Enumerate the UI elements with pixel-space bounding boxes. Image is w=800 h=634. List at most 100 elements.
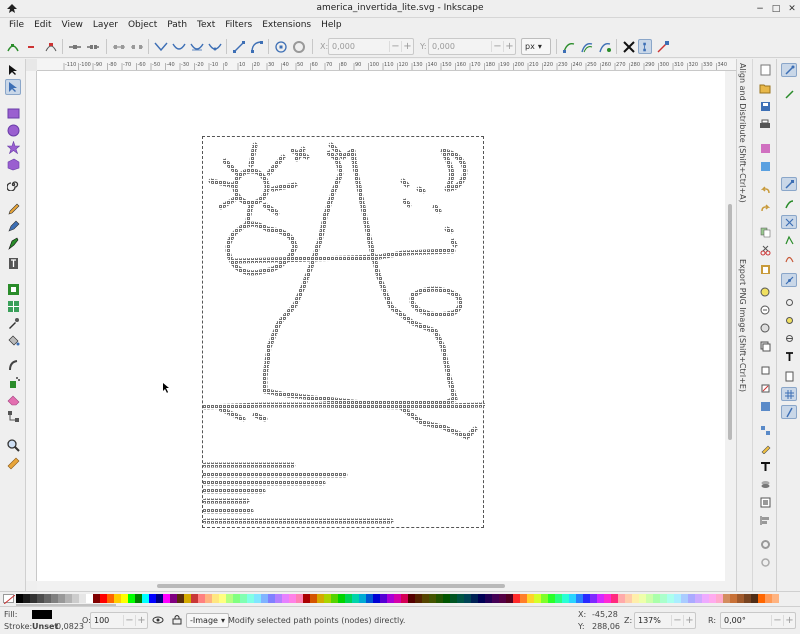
palette-swatch[interactable] bbox=[702, 594, 709, 603]
palette-swatch[interactable] bbox=[303, 594, 310, 603]
palette-swatch[interactable] bbox=[16, 594, 23, 603]
group-icon[interactable] bbox=[757, 399, 773, 413]
vertical-scrollbar[interactable] bbox=[725, 71, 736, 581]
node-auto-smooth-icon[interactable] bbox=[208, 39, 222, 54]
palette-swatch[interactable] bbox=[695, 594, 702, 603]
opacity-decrement-button[interactable]: − bbox=[123, 615, 135, 626]
palette-swatch[interactable] bbox=[576, 594, 583, 603]
palette-swatch[interactable] bbox=[156, 594, 163, 603]
menu-layer[interactable]: Layer bbox=[88, 18, 123, 35]
palette-swatch[interactable] bbox=[296, 594, 303, 603]
y-increment-button[interactable]: + bbox=[503, 41, 515, 52]
spiral-tool-icon[interactable] bbox=[5, 176, 21, 192]
segment-curve-icon[interactable] bbox=[250, 39, 264, 54]
palette-swatch[interactable] bbox=[79, 594, 86, 603]
maximize-button[interactable]: □ bbox=[770, 3, 782, 15]
opacity-increment-button[interactable]: + bbox=[135, 615, 147, 626]
snap-paths-icon[interactable] bbox=[781, 197, 797, 211]
palette-swatch[interactable] bbox=[555, 594, 562, 603]
palette-swatch[interactable] bbox=[471, 594, 478, 603]
show-path-outline-icon[interactable] bbox=[656, 39, 670, 54]
palette-swatch[interactable] bbox=[464, 594, 471, 603]
palette-swatch[interactable] bbox=[408, 594, 415, 603]
xml-editor-icon[interactable] bbox=[757, 495, 773, 509]
palette-swatch[interactable] bbox=[149, 594, 156, 603]
palette-swatch[interactable] bbox=[233, 594, 240, 603]
palette-swatch[interactable] bbox=[562, 594, 569, 603]
palette-swatch[interactable] bbox=[331, 594, 338, 603]
palette-swatch[interactable] bbox=[485, 594, 492, 603]
insert-node-menu-icon[interactable] bbox=[24, 39, 38, 54]
join-segment-icon[interactable] bbox=[112, 39, 126, 54]
measure-tool-icon[interactable] bbox=[5, 455, 21, 471]
palette-swatch[interactable] bbox=[93, 594, 100, 603]
palette-swatch[interactable] bbox=[268, 594, 275, 603]
palette-swatch[interactable] bbox=[499, 594, 506, 603]
palette-swatch[interactable] bbox=[597, 594, 604, 603]
palette-swatch[interactable] bbox=[646, 594, 653, 603]
y-coordinate-field[interactable]: 0,000 − + bbox=[428, 38, 516, 55]
tweak-tool-icon[interactable] bbox=[5, 357, 21, 373]
print-icon[interactable] bbox=[757, 117, 773, 131]
snap-nodes-icon[interactable] bbox=[781, 177, 797, 191]
menu-filters[interactable]: Filters bbox=[220, 18, 257, 35]
palette-swatch[interactable] bbox=[667, 594, 674, 603]
palette-swatch[interactable] bbox=[289, 594, 296, 603]
palette-swatch[interactable] bbox=[261, 594, 268, 603]
no-paint-swatch[interactable] bbox=[3, 594, 16, 605]
snap-guides-icon[interactable] bbox=[781, 405, 797, 419]
align-distribute-tab[interactable]: Align and Distribute (Shift+Ctrl+A) bbox=[738, 63, 747, 203]
palette-swatch[interactable] bbox=[632, 594, 639, 603]
selector-tool-icon[interactable] bbox=[5, 62, 21, 78]
zoom-selection-icon[interactable] bbox=[757, 285, 773, 299]
rect-tool-icon[interactable] bbox=[5, 105, 21, 121]
connector-tool-icon[interactable] bbox=[5, 408, 21, 424]
snap-cusp-nodes-icon[interactable] bbox=[781, 233, 797, 247]
palette-swatch[interactable] bbox=[527, 594, 534, 603]
palette-swatch[interactable] bbox=[618, 594, 625, 603]
ungroup-icon[interactable] bbox=[757, 423, 773, 437]
palette-swatch[interactable] bbox=[226, 594, 233, 603]
undo-icon[interactable] bbox=[757, 183, 773, 197]
palette-swatch[interactable] bbox=[429, 594, 436, 603]
current-layer-select[interactable]: -Image ▾ bbox=[186, 613, 229, 628]
palette-swatch[interactable] bbox=[205, 594, 212, 603]
node-smooth-icon[interactable] bbox=[172, 39, 186, 54]
export-png-tab[interactable]: Export PNG Image (Shift+Ctrl+E) bbox=[738, 259, 747, 392]
palette-swatch[interactable] bbox=[324, 594, 331, 603]
palette-swatch[interactable] bbox=[128, 594, 135, 603]
palette-swatch[interactable] bbox=[625, 594, 632, 603]
menu-edit[interactable]: Edit bbox=[29, 18, 56, 35]
layer-visibility-icon[interactable] bbox=[152, 615, 164, 628]
new-document-icon[interactable] bbox=[757, 63, 773, 77]
palette-swatch[interactable] bbox=[345, 594, 352, 603]
palette-swatch[interactable] bbox=[184, 594, 191, 603]
palette-swatch[interactable] bbox=[716, 594, 723, 603]
palette-swatch[interactable] bbox=[534, 594, 541, 603]
3dbox-tool-icon[interactable] bbox=[5, 156, 21, 172]
palette-swatch[interactable] bbox=[401, 594, 408, 603]
palette-swatch[interactable] bbox=[674, 594, 681, 603]
palette-swatch[interactable] bbox=[492, 594, 499, 603]
show-handles-icon[interactable] bbox=[638, 39, 652, 54]
palette-swatch[interactable] bbox=[219, 594, 226, 603]
palette-swatch[interactable] bbox=[639, 594, 646, 603]
export-icon[interactable] bbox=[757, 159, 773, 173]
show-lpe-icon[interactable] bbox=[598, 39, 612, 54]
palette-swatch[interactable] bbox=[142, 594, 149, 603]
palette-swatch[interactable] bbox=[107, 594, 114, 603]
star-tool-icon[interactable] bbox=[5, 139, 21, 155]
break-path-icon[interactable] bbox=[86, 39, 100, 54]
palette-swatch[interactable] bbox=[506, 594, 513, 603]
palette-swatch[interactable] bbox=[765, 594, 772, 603]
rotate-ccw-button[interactable]: − bbox=[771, 615, 783, 626]
palette-swatch[interactable] bbox=[422, 594, 429, 603]
palette-swatch[interactable] bbox=[387, 594, 394, 603]
palette-swatch[interactable] bbox=[373, 594, 380, 603]
import-icon[interactable] bbox=[757, 141, 773, 155]
fill-swatch[interactable] bbox=[32, 610, 52, 619]
layer-lock-icon[interactable] bbox=[172, 614, 182, 628]
palette-swatch[interactable] bbox=[198, 594, 205, 603]
join-nodes-icon[interactable] bbox=[68, 39, 82, 54]
spray-tool-icon[interactable] bbox=[5, 374, 21, 390]
